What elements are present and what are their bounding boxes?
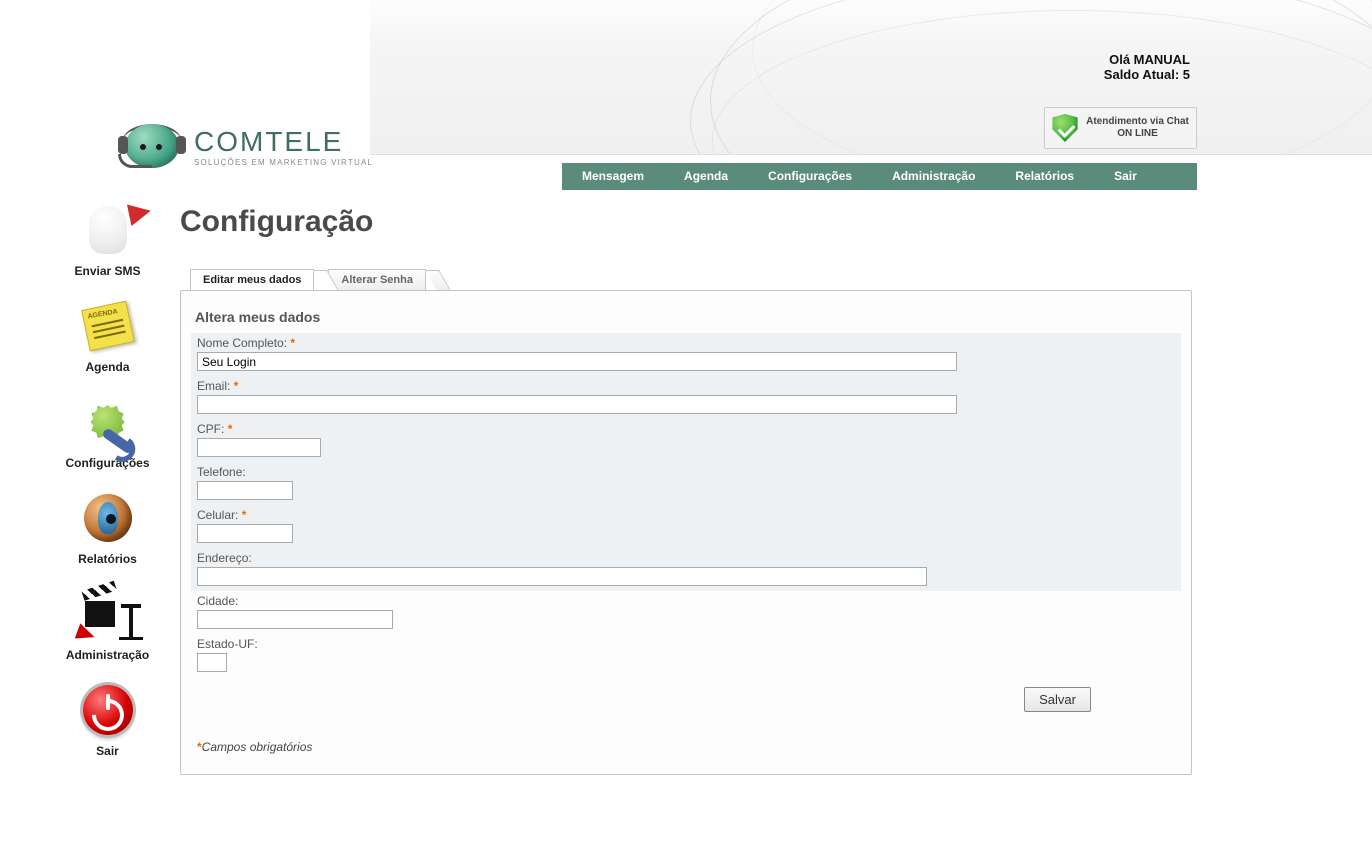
field-endereco: Endereço:	[191, 548, 1181, 591]
header: Olá MANUAL Saldo Atual: 5 Atendimento vi…	[0, 0, 1372, 190]
sidebar-item-label: Administração	[66, 648, 149, 662]
nav-relatorios[interactable]: Relatórios	[995, 163, 1094, 190]
field-telefone: Telefone:	[191, 462, 1181, 505]
telefone-input[interactable]	[197, 481, 293, 500]
nav-sair[interactable]: Sair	[1094, 163, 1157, 190]
sidebar-item-label: Sair	[96, 744, 119, 758]
endereco-label: Endereço:	[197, 551, 1175, 565]
field-estado-uf: Estado-UF:	[191, 634, 1181, 677]
balance-text: Saldo Atual: 5	[1104, 67, 1190, 82]
form-actions: Salvar	[191, 677, 1181, 716]
sidebar-item-configuracoes[interactable]: Configurações	[40, 392, 175, 470]
sidebar-item-administracao[interactable]: Administração	[40, 584, 175, 662]
nav-administracao[interactable]: Administração	[872, 163, 995, 190]
tab-strip: Editar meus dados Alterar Senha	[190, 269, 1192, 290]
greeting-text: Olá MANUAL	[1104, 52, 1190, 67]
sidebar-item-label: Agenda	[85, 360, 129, 374]
sidebar-item-sair[interactable]: Sair	[40, 680, 175, 758]
shield-check-icon	[1051, 114, 1079, 142]
cpf-label: CPF: *	[197, 422, 1175, 436]
estado-label: Estado-UF:	[197, 637, 1175, 651]
brand-tagline: SOLUÇÕES EM MARKETING VIRTUAL	[194, 158, 373, 167]
chat-support-button[interactable]: Atendimento via Chat ON LINE	[1044, 107, 1197, 149]
cpf-input[interactable]	[197, 438, 321, 457]
email-input[interactable]	[197, 395, 957, 414]
form-panel: Altera meus dados Nome Completo: * Email…	[180, 290, 1192, 775]
chat-support-label: Atendimento via Chat ON LINE	[1085, 116, 1190, 140]
save-button[interactable]: Salvar	[1024, 687, 1091, 712]
nav-agenda[interactable]: Agenda	[664, 163, 748, 190]
power-icon	[73, 680, 143, 740]
field-celular: Celular: *	[191, 505, 1181, 548]
sidebar-item-label: Relatórios	[78, 552, 137, 566]
field-cidade: Cidade:	[191, 591, 1181, 634]
cidade-label: Cidade:	[197, 594, 1175, 608]
sidebar-item-relatorios[interactable]: Relatórios	[40, 488, 175, 566]
telefone-label: Telefone:	[197, 465, 1175, 479]
mascot-icon	[120, 120, 184, 172]
field-cpf: CPF: *	[191, 419, 1181, 462]
reports-icon	[73, 488, 143, 548]
administration-icon	[73, 584, 143, 644]
page-title: Configuração	[180, 205, 1192, 239]
settings-icon	[73, 392, 143, 452]
agenda-icon	[73, 296, 143, 356]
sidebar-item-label: Configurações	[65, 456, 149, 470]
cidade-input[interactable]	[197, 610, 393, 629]
sidebar-item-agenda[interactable]: Agenda	[40, 296, 175, 374]
header-background	[370, 0, 1372, 155]
top-nav: Mensagem Agenda Configurações Administra…	[562, 163, 1197, 190]
sidebar-item-enviar-sms[interactable]: Enviar SMS	[40, 200, 175, 278]
section-heading: Altera meus dados	[195, 309, 1181, 325]
endereco-input[interactable]	[197, 567, 927, 586]
field-nome-completo: Nome Completo: *	[191, 333, 1181, 376]
estado-input[interactable]	[197, 653, 227, 672]
brand-logo: COMTELE SOLUÇÕES EM MARKETING VIRTUAL	[120, 120, 373, 172]
celular-input[interactable]	[197, 524, 293, 543]
brand-name: COMTELE	[194, 126, 373, 158]
celular-label: Celular: *	[197, 508, 1175, 522]
send-sms-icon	[73, 200, 143, 260]
email-label: Email: *	[197, 379, 1175, 393]
field-email: Email: *	[191, 376, 1181, 419]
nome-input[interactable]	[197, 352, 957, 371]
greeting-block: Olá MANUAL Saldo Atual: 5	[1104, 52, 1190, 82]
nav-configuracoes[interactable]: Configurações	[748, 163, 872, 190]
tab-alterar-senha[interactable]: Alterar Senha	[328, 269, 426, 290]
nav-mensagem[interactable]: Mensagem	[562, 163, 664, 190]
main-content: Configuração Editar meus dados Alterar S…	[180, 205, 1192, 775]
sidebar: Enviar SMS Agenda Configurações Relatóri…	[40, 200, 175, 776]
sidebar-item-label: Enviar SMS	[74, 264, 140, 278]
tab-editar-dados[interactable]: Editar meus dados	[190, 269, 314, 290]
nome-label: Nome Completo: *	[197, 336, 1175, 350]
required-footnote: *Campos obrigatórios	[197, 740, 1181, 754]
